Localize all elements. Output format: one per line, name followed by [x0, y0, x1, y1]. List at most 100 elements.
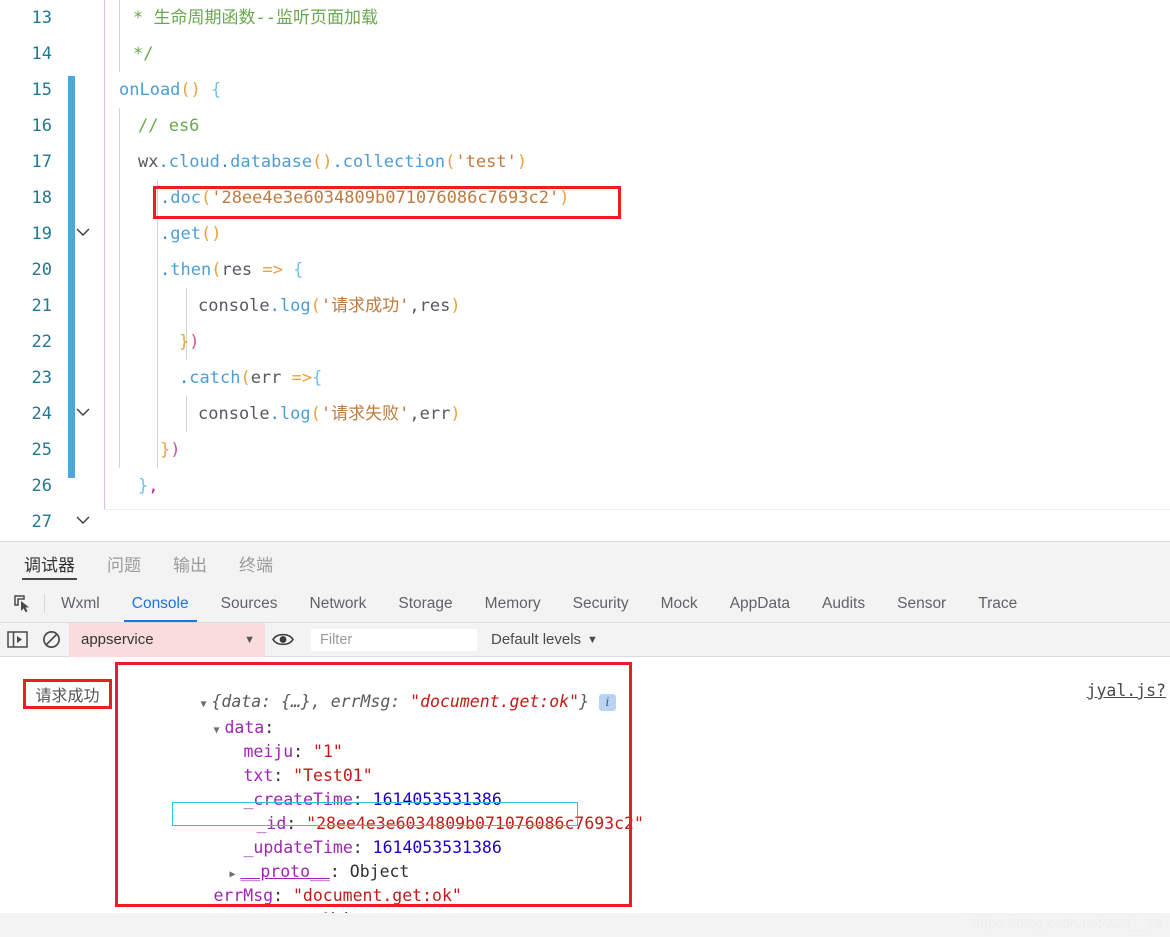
devtools-tab-audits[interactable]: Audits — [806, 585, 881, 622]
code-content: wx.cloud.database().collection('test') — [138, 152, 528, 172]
levels-label: Default levels — [491, 631, 582, 648]
console-object-row[interactable]: ▼ data: — [134, 692, 274, 737]
panel-tab-debugger[interactable]: 调试器 — [22, 542, 77, 585]
indent-guide — [119, 36, 120, 72]
devtools-tab-security[interactable]: Security — [557, 585, 645, 622]
code-line[interactable]: 25 }) — [0, 432, 1170, 468]
console-context-value: appservice — [81, 631, 154, 648]
code-line[interactable]: 22 }) — [0, 324, 1170, 360]
devtools-tab-bar[interactable]: Wxml Console Sources Network Storage Mem… — [0, 585, 1170, 623]
console-object-row[interactable]: _updateTime: 1614053531386 — [164, 812, 501, 857]
devtools-tab-wxml[interactable]: Wxml — [45, 585, 116, 622]
indent-guide — [119, 108, 120, 144]
devtools-tab-memory[interactable]: Memory — [469, 585, 557, 622]
console-proto-row[interactable]: ▶__proto__: Object — [150, 836, 409, 881]
code-content: onLoad() { — [119, 80, 222, 100]
line-number: 13 — [31, 8, 52, 28]
code-line[interactable]: 27 — [0, 504, 1170, 540]
inspect-element-icon[interactable] — [0, 585, 44, 622]
indent-guide — [119, 144, 120, 180]
code-content: */ — [133, 44, 154, 64]
code-line[interactable]: 13 * 生命周期函数--监听页面加载 — [0, 0, 1170, 36]
code-line[interactable]: 26 }, — [0, 468, 1170, 504]
code-line[interactable]: 23 .catch(err =>{ — [0, 360, 1170, 524]
panel-tab-terminal[interactable]: 终端 — [237, 542, 275, 585]
devtools-tab-storage[interactable]: Storage — [382, 585, 468, 622]
console-sidebar-icon[interactable] — [0, 631, 34, 648]
devtools-tab-console[interactable]: Console — [116, 585, 205, 622]
devtools-tab-appdata[interactable]: AppData — [714, 585, 806, 622]
console-context-select[interactable]: appservice ▼ — [69, 622, 265, 657]
line-number: 20 — [31, 260, 52, 280]
indent-guide — [157, 324, 158, 360]
code-content: }, — [138, 476, 159, 496]
code-line[interactable]: 16 // es6 — [0, 108, 1170, 144]
debugger-panel: 调试器 问题 输出 终端 Wxml Console Sources Networ… — [0, 541, 1170, 937]
console-proto-row[interactable]: ▶__proto__: Object — [121, 884, 380, 913]
code-line[interactable]: 14 */ — [0, 36, 1170, 72]
code-line[interactable]: 15 onLoad() { — [0, 72, 1170, 236]
line-number: 17 — [31, 152, 52, 172]
code-content: .catch(err =>{ — [179, 368, 323, 388]
ide-window: 13 * 生命周期函数--监听页面加载 14 */ 15 onLoad() { — [0, 0, 1170, 937]
code-line[interactable]: 21 console.log('请求成功',res) — [0, 288, 1170, 324]
line-number: 27 — [31, 512, 52, 532]
code-line[interactable]: 20 .then(res => { — [0, 252, 1170, 416]
devtools-tab-mock[interactable]: Mock — [645, 585, 714, 622]
indent-guide — [119, 288, 120, 324]
code-editor[interactable]: 13 * 生命周期函数--监听页面加载 14 */ 15 onLoad() { — [0, 0, 1170, 541]
doc-line-annotation-box — [153, 186, 621, 219]
console-object-row[interactable]: txt: "Test01" — [164, 740, 372, 785]
code-line[interactable]: 24 console.log('请求失败',err) — [0, 396, 1170, 432]
line-number: 18 — [31, 188, 52, 208]
panel-tab-problems[interactable]: 问题 — [105, 542, 143, 585]
live-expression-eye-icon[interactable] — [266, 632, 300, 647]
indent-guide — [119, 432, 120, 468]
indent-guide — [157, 432, 158, 468]
log-label-text: 请求成功 — [35, 686, 100, 705]
console-source-link[interactable]: jyal.js? — [1087, 681, 1166, 700]
code-line[interactable]: 19 .get() — [0, 216, 1170, 252]
console-object-row[interactable]: meiju: "1" — [164, 716, 342, 761]
info-badge-icon: i — [598, 694, 616, 711]
code-content: .get() — [160, 224, 222, 244]
code-content: .then(res => { — [160, 260, 304, 280]
console-levels-select[interactable]: Default levels ▼ — [491, 631, 598, 648]
console-toolbar[interactable]: appservice ▼ Filter Default levels ▼ — [0, 622, 1170, 657]
line-number: 26 — [31, 476, 52, 496]
watermark-text: https://blog.csdn.net/a23__23 — [972, 915, 1162, 931]
console-object-row[interactable]: errMsg: "document.get:ok" — [134, 860, 461, 905]
code-content: * 生命周期函数--监听页面加载 — [133, 8, 378, 28]
line-number: 15 — [31, 80, 52, 100]
indent-guide — [157, 396, 158, 432]
panel-tab-output[interactable]: 输出 — [171, 542, 209, 585]
indent-guide — [119, 216, 120, 252]
console-object-row-id[interactable]: _id: "28ee4e3e6034809b071076086c7693c2" — [177, 788, 643, 833]
devtools-tab-trace[interactable]: Trace — [962, 585, 1033, 622]
code-content: }) — [179, 332, 200, 352]
indent-guide — [119, 324, 120, 360]
indent-guide — [119, 252, 120, 288]
indent-guide — [157, 288, 158, 324]
console-filter-input[interactable]: Filter — [311, 628, 477, 651]
console-output[interactable]: ▼ {data: {…}, errMsg: "document.get:ok"} … — [0, 657, 1170, 913]
object-value: Object — [321, 910, 381, 913]
code-line[interactable]: 17 wx.cloud.database().collection('test'… — [0, 144, 1170, 180]
console-object-row[interactable]: _createTime: 1614053531386 — [164, 764, 501, 809]
indent-guide — [186, 288, 187, 324]
devtools-tab-sensor[interactable]: Sensor — [881, 585, 962, 622]
line-number: 24 — [31, 404, 52, 424]
devtools-tab-sources[interactable]: Sources — [205, 585, 294, 622]
chevron-down-icon: ▼ — [587, 633, 598, 646]
indent-guide — [157, 360, 158, 396]
clear-console-icon[interactable] — [34, 630, 68, 649]
code-content: // es6 — [138, 116, 200, 136]
line-number: 25 — [31, 440, 52, 460]
console-log-entry-summary[interactable]: ▼ {data: {…}, errMsg: "document.get:ok"} … — [121, 666, 616, 711]
panel-tab-bar[interactable]: 调试器 问题 输出 终端 — [0, 542, 1170, 585]
devtools-tab-network[interactable]: Network — [294, 585, 383, 622]
code-content: console.log('请求失败',err) — [198, 404, 461, 424]
line-number: 22 — [31, 332, 52, 352]
indent-guide — [157, 216, 158, 252]
expand-triangle-icon[interactable]: ▶ — [200, 911, 211, 913]
